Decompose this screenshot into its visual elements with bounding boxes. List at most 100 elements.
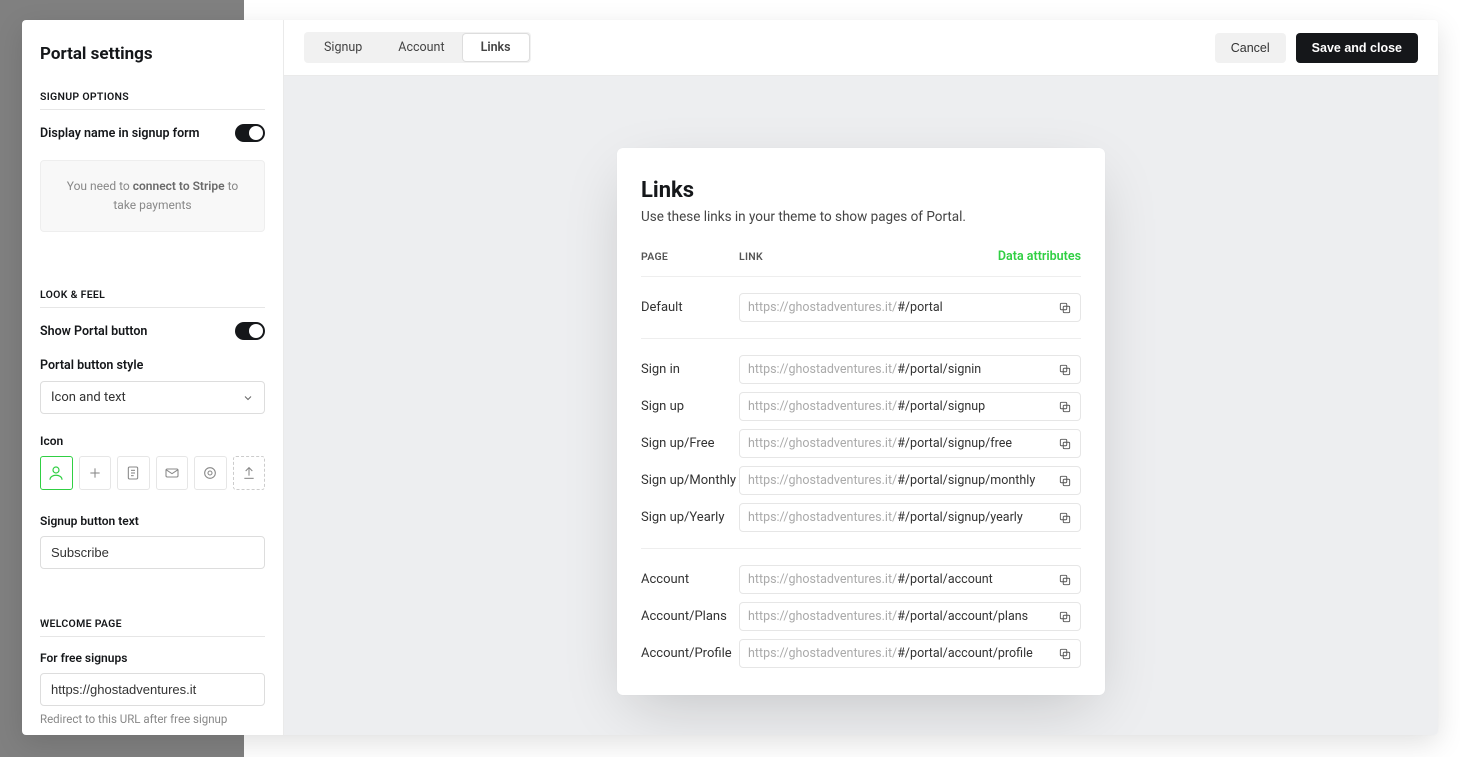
link-domain: https://ghostadventures.it/ xyxy=(748,572,897,587)
show-portal-button-label: Show Portal button xyxy=(40,324,147,339)
link-path: #/portal/account/profile xyxy=(897,646,1033,661)
link-path: #/portal xyxy=(897,300,942,315)
icon-picker xyxy=(40,456,265,490)
signup-button-text-label: Signup button text xyxy=(40,514,265,528)
link-page-name: Sign up xyxy=(641,399,739,414)
copy-icon[interactable] xyxy=(1048,647,1072,661)
display-name-label: Display name in signup form xyxy=(40,126,200,141)
link-page-name: Account xyxy=(641,572,739,587)
link-domain: https://ghostadventures.it/ xyxy=(748,473,897,488)
portal-button-style-select[interactable]: Icon and text xyxy=(40,381,265,414)
icon-option-plus[interactable] xyxy=(79,456,112,490)
link-path: #/portal/account/plans xyxy=(897,609,1028,624)
link-url-field[interactable]: https://ghostadventures.it/#/portal/sign… xyxy=(739,503,1081,532)
col-link-header: LINK xyxy=(739,250,998,263)
link-path: #/portal/account xyxy=(897,572,993,587)
link-row: Account/Planshttps://ghostadventures.it/… xyxy=(641,598,1081,635)
link-page-name: Sign up/Yearly xyxy=(641,510,739,525)
link-url-field[interactable]: https://ghostadventures.it/#/portal xyxy=(739,293,1081,322)
link-domain: https://ghostadventures.it/ xyxy=(748,362,897,377)
topbar: Signup Account Links Cancel Save and clo… xyxy=(284,20,1438,76)
icon-label: Icon xyxy=(40,434,265,448)
link-url-field[interactable]: https://ghostadventures.it/#/portal/sign… xyxy=(739,392,1081,421)
data-attributes-toggle[interactable]: Data attributes xyxy=(998,249,1081,264)
link-row: Defaulthttps://ghostadventures.it/#/port… xyxy=(641,289,1081,326)
link-path: #/portal/signup/yearly xyxy=(897,510,1023,525)
signup-button-text-input[interactable] xyxy=(40,536,265,569)
connect-stripe-link[interactable]: connect to Stripe xyxy=(133,179,225,193)
display-name-toggle[interactable] xyxy=(235,124,265,142)
link-page-name: Sign in xyxy=(641,362,739,377)
free-signups-helper: Redirect to this URL after free signup xyxy=(40,712,265,726)
link-domain: https://ghostadventures.it/ xyxy=(748,510,897,525)
link-domain: https://ghostadventures.it/ xyxy=(748,399,897,414)
icon-option-mail[interactable] xyxy=(156,456,189,490)
link-row: Account/Profilehttps://ghostadventures.i… xyxy=(641,635,1081,672)
copy-icon[interactable] xyxy=(1048,474,1072,488)
main-panel: Signup Account Links Cancel Save and clo… xyxy=(284,20,1438,735)
link-page-name: Account/Plans xyxy=(641,609,739,624)
link-domain: https://ghostadventures.it/ xyxy=(748,436,897,451)
show-portal-button-toggle[interactable] xyxy=(235,322,265,340)
link-domain: https://ghostadventures.it/ xyxy=(748,609,897,624)
card-desc: Use these links in your theme to show pa… xyxy=(641,209,1081,225)
copy-icon[interactable] xyxy=(1048,400,1072,414)
tab-account[interactable]: Account xyxy=(380,34,462,61)
view-tabs: Signup Account Links xyxy=(304,32,531,63)
section-signup-options: SIGNUP OPTIONS xyxy=(40,90,265,110)
copy-icon[interactable] xyxy=(1048,437,1072,451)
link-url-field[interactable]: https://ghostadventures.it/#/portal/acco… xyxy=(739,565,1081,594)
icon-option-user[interactable] xyxy=(40,456,73,490)
notice-prefix: You need to xyxy=(67,179,133,193)
copy-icon[interactable] xyxy=(1048,610,1072,624)
select-value: Icon and text xyxy=(51,390,126,405)
icon-option-badge[interactable] xyxy=(194,456,227,490)
copy-icon[interactable] xyxy=(1048,301,1072,315)
copy-icon[interactable] xyxy=(1048,573,1072,587)
sidebar-title: Portal settings xyxy=(40,44,265,64)
col-page-header: PAGE xyxy=(641,250,739,263)
link-page-name: Sign up/Monthly xyxy=(641,473,739,488)
link-path: #/portal/signup xyxy=(897,399,985,414)
link-path: #/portal/signup/monthly xyxy=(897,473,1035,488)
link-group: Accounthttps://ghostadventures.it/#/port… xyxy=(641,548,1081,684)
cancel-button[interactable]: Cancel xyxy=(1215,33,1286,63)
section-welcome-page: WELCOME PAGE xyxy=(40,617,265,637)
link-row: Sign inhttps://ghostadventures.it/#/port… xyxy=(641,351,1081,388)
icon-option-document[interactable] xyxy=(117,456,150,490)
link-url-field[interactable]: https://ghostadventures.it/#/portal/sign… xyxy=(739,466,1081,495)
tab-links[interactable]: Links xyxy=(463,34,529,61)
link-path: #/portal/signup/free xyxy=(897,436,1012,451)
link-url-field[interactable]: https://ghostadventures.it/#/portal/acco… xyxy=(739,602,1081,631)
portal-button-style-label: Portal button style xyxy=(40,358,265,373)
stripe-notice: You need to connect to Stripe to take pa… xyxy=(40,160,265,232)
link-path: #/portal/signin xyxy=(897,362,981,377)
link-row: Sign up/Yearlyhttps://ghostadventures.it… xyxy=(641,499,1081,536)
section-look-feel: LOOK & FEEL xyxy=(40,288,265,308)
icon-upload-button[interactable] xyxy=(233,456,266,490)
save-and-close-button[interactable]: Save and close xyxy=(1296,33,1418,63)
link-page-name: Account/Profile xyxy=(641,646,739,661)
preview-area: Links Use these links in your theme to s… xyxy=(284,76,1438,735)
chevron-down-icon xyxy=(242,392,254,404)
copy-icon[interactable] xyxy=(1048,511,1072,525)
link-row: Sign up/Monthlyhttps://ghostadventures.i… xyxy=(641,462,1081,499)
link-url-field[interactable]: https://ghostadventures.it/#/portal/sign… xyxy=(739,429,1081,458)
link-domain: https://ghostadventures.it/ xyxy=(748,300,897,315)
free-signups-url-input[interactable] xyxy=(40,673,265,706)
tab-signup[interactable]: Signup xyxy=(306,34,380,61)
portal-settings-modal: Portal settings SIGNUP OPTIONS Display n… xyxy=(22,20,1438,735)
link-row: Sign up/Freehttps://ghostadventures.it/#… xyxy=(641,425,1081,462)
link-domain: https://ghostadventures.it/ xyxy=(748,646,897,661)
copy-icon[interactable] xyxy=(1048,363,1072,377)
free-signups-label: For free signups xyxy=(40,651,265,665)
settings-sidebar: Portal settings SIGNUP OPTIONS Display n… xyxy=(22,20,284,735)
links-card: Links Use these links in your theme to s… xyxy=(617,148,1105,695)
link-page-name: Default xyxy=(641,300,739,315)
link-row: Accounthttps://ghostadventures.it/#/port… xyxy=(641,561,1081,598)
link-page-name: Sign up/Free xyxy=(641,436,739,451)
link-group: Defaulthttps://ghostadventures.it/#/port… xyxy=(641,276,1081,338)
link-url-field[interactable]: https://ghostadventures.it/#/portal/acco… xyxy=(739,639,1081,668)
link-url-field[interactable]: https://ghostadventures.it/#/portal/sign… xyxy=(739,355,1081,384)
link-group: Sign inhttps://ghostadventures.it/#/port… xyxy=(641,338,1081,548)
